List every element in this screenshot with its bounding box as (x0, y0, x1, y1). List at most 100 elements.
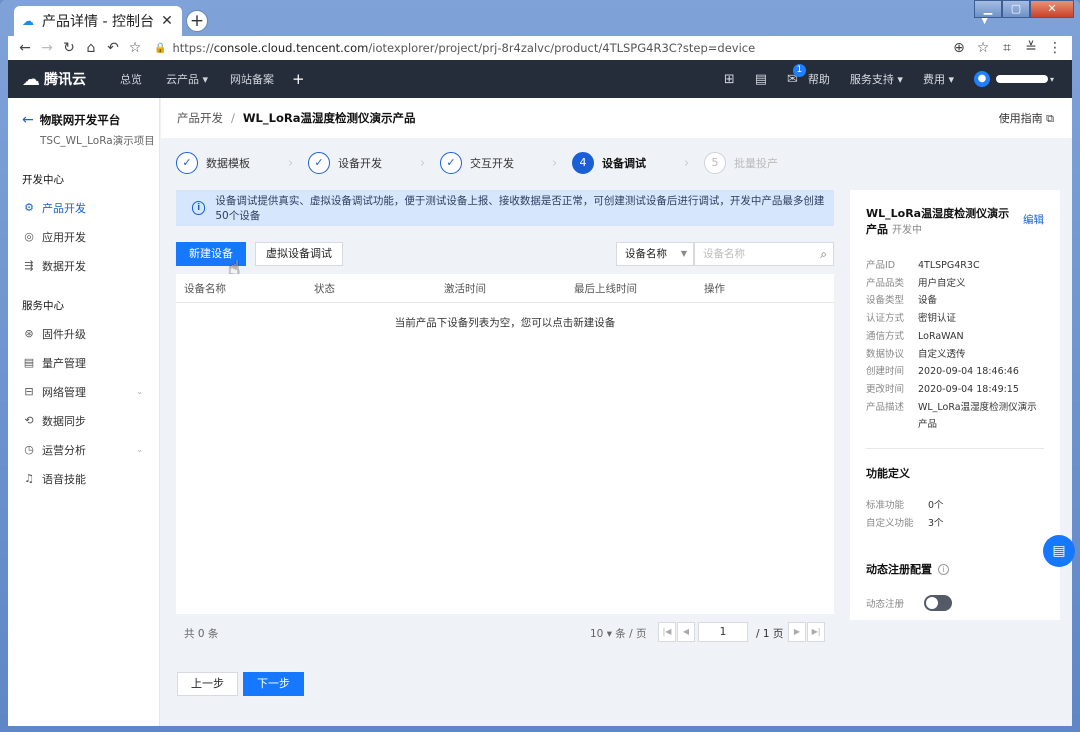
step-mass-production[interactable]: 5 批量投产 (704, 152, 836, 174)
attr-row: 产品品类 用户自定义 (866, 275, 1044, 293)
sidebar-item-firmware[interactable]: ⊛ 固件升级 (8, 319, 159, 348)
last-page-button[interactable]: ▶| (807, 622, 825, 642)
close-tab-icon[interactable]: ✕ (160, 13, 174, 29)
arrow-left-icon: ← (22, 112, 34, 128)
attr-key: 设备类型 (866, 295, 905, 307)
first-page-button[interactable]: |◀ (658, 622, 676, 642)
check-icon: ✓ (176, 152, 198, 174)
logo[interactable]: ☁ 腾讯云 (22, 69, 108, 90)
prev-page-button[interactable]: ◀ (677, 622, 695, 642)
qrcode-icon[interactable]: ⊞ (724, 72, 735, 87)
attr-value: 设备 (918, 295, 938, 307)
func-value: 0个 (928, 500, 944, 512)
search-placeholder: 设备名称 (703, 248, 745, 260)
user-name-redacted (995, 75, 1048, 83)
back-icon[interactable]: ← (14, 40, 36, 56)
chevron-down-icon: ▾ (1049, 74, 1054, 84)
sidebar-item-data-sync[interactable]: ⟲ 数据同步 (8, 406, 159, 435)
attr-row: 创建时间 2020-09-04 18:46:46 (866, 363, 1044, 381)
product-title: WL_LoRa温湿度检测仪演示产品 (866, 207, 1010, 236)
page-size-select[interactable]: 10 ▾ 条 / 页 (590, 626, 647, 641)
mail-icon[interactable]: ✉ 1 (787, 63, 806, 87)
avatar: ● (973, 71, 990, 87)
search-input[interactable]: 设备名称 ⌕ (694, 242, 834, 266)
reload-icon[interactable]: ↻ (58, 40, 80, 56)
sidebar-item-mass-production[interactable]: ▤ 量产管理 (8, 348, 159, 377)
info-banner: i 设备调试提供真实、虚拟设备调试功能，便于测试设备上报、接收数据是否正常，可创… (176, 190, 834, 226)
add-shortcut-icon[interactable]: + (292, 70, 305, 88)
nav-icp[interactable]: 网站备案 (230, 71, 274, 87)
chat-support-button[interactable]: ▤ (1043, 535, 1075, 567)
sidebar-item-data-dev[interactable]: ⇶ 数据开发 (8, 251, 159, 280)
sidebar-item-label: 运营分析 (42, 443, 86, 457)
total-pages: / 1 页 (756, 628, 784, 640)
service-center-heading: 服务中心 (22, 300, 64, 312)
platform-back-link[interactable]: ← 物联网开发平台 (22, 112, 159, 128)
col-actions: 操作 (704, 282, 725, 295)
col-activated: 激活时间 (444, 282, 486, 295)
window-controls: ▁ ▢ ✕ (974, 0, 1074, 18)
cloud-logo-icon: ☁ (22, 68, 40, 90)
close-window-button[interactable]: ✕ (1030, 0, 1074, 18)
user-menu[interactable]: ● ▾ (973, 71, 1054, 87)
attr-row: 设备类型 设备 (866, 292, 1044, 310)
url-field[interactable]: 🔒 https://console.cloud.tencent.com/iote… (154, 41, 948, 55)
filter-select[interactable]: 设备名称 ▼ (616, 242, 694, 266)
forward-icon[interactable]: → (36, 40, 58, 56)
sidebar-item-app-dev[interactable]: ◎ 应用开发 (8, 222, 159, 251)
empty-state: 当前产品下设备列表为空，您可以点击新建设备 (394, 317, 616, 329)
new-tab-button[interactable]: + (186, 10, 208, 32)
attr-key: 认证方式 (866, 313, 905, 325)
guide-link[interactable]: 使用指南 ⧉ (999, 110, 1054, 126)
data-flow-icon: ⇶ (24, 259, 34, 272)
browser-tab[interactable]: ☁ 产品详情 - 控制台 ✕ (14, 6, 182, 36)
breadcrumb-parent[interactable]: 产品开发 (177, 110, 223, 126)
extension-icon[interactable]: ≚ (1020, 40, 1042, 56)
step-number: 5 (704, 152, 726, 174)
nav-billing[interactable]: 费用 ▾ (923, 71, 954, 87)
virtual-debug-button[interactable]: 虚拟设备调试 (255, 242, 343, 266)
sidebar-item-voice[interactable]: ♫ 语音技能 (8, 464, 159, 493)
star-icon[interactable]: ☆ (124, 40, 146, 56)
chevron-down-icon: ⌄ (136, 387, 143, 396)
step-label: 批量投产 (734, 157, 778, 170)
edit-link[interactable]: 编辑 (1023, 212, 1044, 227)
sidebar-item-network[interactable]: ⊟ 网络管理 ⌄ (8, 377, 159, 406)
step-data-template[interactable]: ✓ 数据模板 › (176, 152, 308, 174)
nav-support[interactable]: 服务支持 ▾ (850, 71, 903, 87)
undo-icon[interactable]: ↶ (102, 40, 124, 56)
analytics-icon: ◷ (24, 443, 34, 456)
nav-products[interactable]: 云产品 ▾ (166, 71, 208, 87)
sidebar-item-product-dev[interactable]: ⚙ 产品开发 (8, 193, 159, 222)
url-prefix: https:// (172, 41, 214, 55)
minimize-button[interactable]: ▁ (974, 0, 1002, 18)
step-device-dev[interactable]: ✓ 设备开发 › (308, 152, 440, 174)
step-device-debug[interactable]: 4 设备调试 › (572, 152, 704, 174)
zoom-icon[interactable]: ⊕ (948, 40, 970, 56)
crop-icon[interactable]: ⌗ (996, 40, 1018, 56)
prev-step-button[interactable]: 上一步 (177, 672, 238, 696)
next-page-button[interactable]: ▶ (788, 622, 806, 642)
product-status: 开发中 (892, 225, 922, 236)
attr-value: LoRaWAN (918, 330, 964, 342)
nav-overview[interactable]: 总览 (120, 71, 142, 87)
bookmark-star-icon[interactable]: ☆ (972, 40, 994, 56)
nav-help[interactable]: 帮助 (808, 71, 830, 87)
upgrade-icon: ⊛ (24, 327, 34, 340)
sidebar-item-label: 网络管理 (42, 385, 86, 399)
dynamic-registration-toggle[interactable] (924, 595, 953, 612)
menu-dots-icon[interactable]: ⋮ (1044, 40, 1066, 56)
step-interaction-dev[interactable]: ✓ 交互开发 › (440, 152, 572, 174)
attr-value: WL_LoRa温湿度检测仪演示产品 (918, 401, 1037, 431)
network-icon: ⊟ (24, 385, 34, 398)
page-input[interactable]: 1 (698, 622, 748, 642)
home-icon[interactable]: ⌂ (80, 40, 102, 56)
next-step-button[interactable]: 下一步 (243, 672, 304, 696)
pagination: 共 0 条 10 ▾ 条 / 页 |◀ ◀ 1 / 1 页 ▶ ▶| (176, 622, 834, 646)
document-icon[interactable]: ▤ (755, 72, 767, 87)
sidebar-item-analytics[interactable]: ◷ 运营分析 ⌄ (8, 435, 159, 464)
maximize-button[interactable]: ▢ (1002, 0, 1030, 18)
search-icon[interactable]: ⌕ (820, 243, 827, 265)
project-name: TSC_WL_LoRa演示项目 (40, 135, 155, 147)
help-icon[interactable]: i (938, 563, 949, 575)
